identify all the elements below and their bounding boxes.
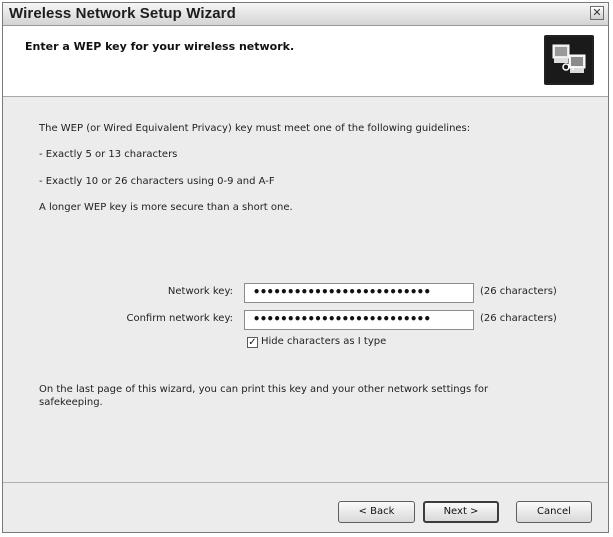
- confirm-key-label: Confirm network key:: [126, 313, 233, 324]
- print-note-line-1: On the last page of this wizard, you can…: [39, 384, 489, 395]
- network-key-suffix: (26 characters): [480, 286, 557, 297]
- back-button[interactable]: < Back: [338, 501, 415, 523]
- hide-characters-checkbox[interactable]: ✓: [247, 337, 258, 348]
- hide-characters-label[interactable]: Hide characters as I type: [261, 336, 386, 347]
- note-text: A longer WEP key is more secure than a s…: [39, 202, 293, 213]
- intro-text: The WEP (or Wired Equivalent Privacy) ke…: [39, 123, 471, 134]
- confirm-key-suffix: (26 characters): [480, 313, 557, 324]
- cancel-button[interactable]: Cancel: [516, 501, 592, 523]
- wizard-header: Enter a WEP key for your wireless networ…: [3, 26, 608, 97]
- network-key-input[interactable]: ••••••••••••••••••••••••••: [244, 283, 474, 303]
- wizard-network-icon: [544, 35, 594, 85]
- wizard-content: The WEP (or Wired Equivalent Privacy) ke…: [3, 97, 608, 481]
- rule-1-text: - Exactly 5 or 13 characters: [39, 149, 178, 160]
- window-title: Wireless Network Setup Wizard: [9, 5, 236, 22]
- network-key-label: Network key:: [167, 286, 233, 297]
- wizard-window: Wireless Network Setup Wizard ✕ Enter a …: [2, 2, 609, 533]
- next-button[interactable]: Next >: [423, 501, 499, 523]
- rule-2-text: - Exactly 10 or 26 characters using 0-9 …: [39, 176, 275, 187]
- close-icon[interactable]: ✕: [590, 6, 604, 20]
- footer-divider: [3, 482, 608, 483]
- title-bar: Wireless Network Setup Wizard ✕: [3, 3, 608, 26]
- page-heading: Enter a WEP key for your wireless networ…: [25, 40, 295, 53]
- confirm-key-input[interactable]: ••••••••••••••••••••••••••: [244, 310, 474, 330]
- print-note-line-2: safekeeping.: [39, 397, 103, 408]
